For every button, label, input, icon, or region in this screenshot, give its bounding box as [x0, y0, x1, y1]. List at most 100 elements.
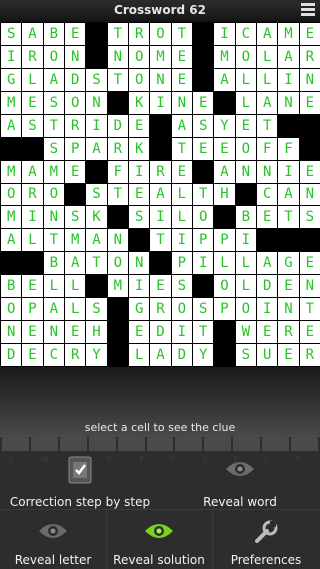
grid-cell[interactable]: T — [299, 298, 320, 321]
grid-cell[interactable]: O — [43, 45, 64, 68]
preferences-button[interactable]: Preferences — [212, 511, 320, 569]
grid-cell[interactable]: T — [193, 321, 214, 344]
grid-cell[interactable]: E — [22, 275, 43, 298]
grid-cell[interactable]: D — [107, 114, 128, 137]
grid-cell[interactable]: A — [22, 23, 43, 45]
grid-cell[interactable]: N — [150, 68, 171, 91]
grid-cell[interactable]: D — [150, 321, 171, 344]
grid-cell[interactable]: H — [86, 321, 107, 344]
grid-cell[interactable]: S — [86, 183, 107, 206]
grid-cell[interactable]: P — [214, 298, 235, 321]
grid-cell[interactable]: T — [43, 229, 64, 252]
grid-cell[interactable]: T — [107, 183, 128, 206]
grid-cell[interactable]: S — [193, 298, 214, 321]
grid-cell[interactable]: A — [1, 229, 22, 252]
grid-cell[interactable]: N — [1, 321, 22, 344]
grid-cell[interactable]: O — [107, 252, 128, 275]
grid-cell[interactable]: P — [22, 298, 43, 321]
grid-cell[interactable]: L — [129, 344, 150, 366]
grid-cell[interactable]: D — [257, 275, 278, 298]
grid-cell[interactable]: R — [299, 45, 320, 68]
grid-cell[interactable]: E — [299, 23, 320, 45]
grid-cell[interactable]: A — [214, 68, 235, 91]
grid-cell[interactable]: E — [22, 321, 43, 344]
grid-cell[interactable]: I — [22, 206, 43, 229]
grid-cell[interactable]: S — [235, 344, 256, 366]
grid-cell[interactable]: M — [1, 160, 22, 183]
grid-cell[interactable]: N — [43, 321, 64, 344]
grid-cell[interactable]: N — [129, 252, 150, 275]
grid-cell[interactable]: N — [278, 298, 299, 321]
grid-cell[interactable]: R — [65, 344, 86, 366]
grid-cell[interactable]: L — [214, 252, 235, 275]
grid-cell[interactable]: N — [257, 160, 278, 183]
grid-cell[interactable]: R — [22, 45, 43, 68]
grid-cell[interactable]: S — [299, 206, 320, 229]
grid-cell[interactable]: S — [193, 114, 214, 137]
grid-cell[interactable]: A — [278, 45, 299, 68]
grid-cell[interactable]: I — [86, 114, 107, 137]
grid-cell[interactable]: R — [299, 344, 320, 366]
grid-cell[interactable]: I — [129, 275, 150, 298]
grid-cell[interactable]: A — [278, 183, 299, 206]
grid-cell[interactable]: P — [171, 252, 192, 275]
grid-cell[interactable]: B — [43, 23, 64, 45]
grid-cell[interactable]: N — [86, 91, 107, 114]
grid-cell[interactable]: E — [129, 321, 150, 344]
grid-cell[interactable]: N — [278, 91, 299, 114]
grid-cell[interactable]: A — [65, 252, 86, 275]
grid-cell[interactable]: N — [299, 68, 320, 91]
grid-cell[interactable]: A — [1, 114, 22, 137]
grid-cell[interactable]: L — [235, 68, 256, 91]
grid-cell[interactable]: A — [171, 114, 192, 137]
grid-cell[interactable]: Y — [214, 114, 235, 137]
grid-cell[interactable]: E — [129, 114, 150, 137]
grid-cell[interactable]: P — [65, 137, 86, 160]
grid-cell[interactable]: L — [235, 91, 256, 114]
grid-cell[interactable]: P — [193, 229, 214, 252]
grid-cell[interactable]: I — [171, 229, 192, 252]
grid-cell[interactable]: O — [235, 137, 256, 160]
grid-cell[interactable]: E — [235, 114, 256, 137]
grid-cell[interactable]: C — [235, 23, 256, 45]
grid-cell[interactable]: P — [214, 229, 235, 252]
grid-cell[interactable]: E — [22, 344, 43, 366]
grid-cell[interactable]: O — [129, 68, 150, 91]
grid-cell[interactable]: N — [299, 275, 320, 298]
grid-cell[interactable]: F — [257, 137, 278, 160]
grid-cell[interactable]: A — [150, 183, 171, 206]
grid-cell[interactable]: T — [257, 114, 278, 137]
grid-cell[interactable]: S — [86, 68, 107, 91]
grid-cell[interactable]: A — [43, 298, 64, 321]
grid-cell[interactable]: O — [43, 183, 64, 206]
grid-cell[interactable]: N — [65, 45, 86, 68]
grid-cell[interactable]: L — [22, 68, 43, 91]
grid-cell[interactable]: G — [1, 68, 22, 91]
grid-cell[interactable]: N — [107, 229, 128, 252]
grid-cell[interactable]: S — [86, 298, 107, 321]
grid-cell[interactable]: M — [214, 45, 235, 68]
grid-cell[interactable]: O — [235, 45, 256, 68]
grid-cell[interactable]: K — [86, 206, 107, 229]
grid-cell[interactable]: A — [150, 344, 171, 366]
grid-cell[interactable]: R — [107, 137, 128, 160]
reveal-letter-button[interactable]: Reveal letter — [0, 511, 106, 569]
grid-cell[interactable]: L — [171, 206, 192, 229]
grid-cell[interactable]: E — [278, 275, 299, 298]
grid-cell[interactable]: O — [193, 206, 214, 229]
grid-cell[interactable]: S — [43, 91, 64, 114]
grid-cell[interactable]: Y — [86, 344, 107, 366]
grid-cell[interactable]: E — [65, 23, 86, 45]
grid-cell[interactable]: I — [235, 229, 256, 252]
grid-cell[interactable]: R — [129, 23, 150, 45]
grid-cell[interactable]: E — [299, 160, 320, 183]
grid-cell[interactable]: A — [43, 68, 64, 91]
grid-cell[interactable]: E — [214, 137, 235, 160]
grid-cell[interactable]: B — [1, 275, 22, 298]
grid-cell[interactable]: H — [214, 183, 235, 206]
grid-cell[interactable]: I — [150, 206, 171, 229]
grid-cell[interactable]: E — [150, 275, 171, 298]
grid-cell[interactable]: E — [171, 68, 192, 91]
grid-cell[interactable]: R — [150, 160, 171, 183]
grid-cell[interactable]: T — [150, 229, 171, 252]
